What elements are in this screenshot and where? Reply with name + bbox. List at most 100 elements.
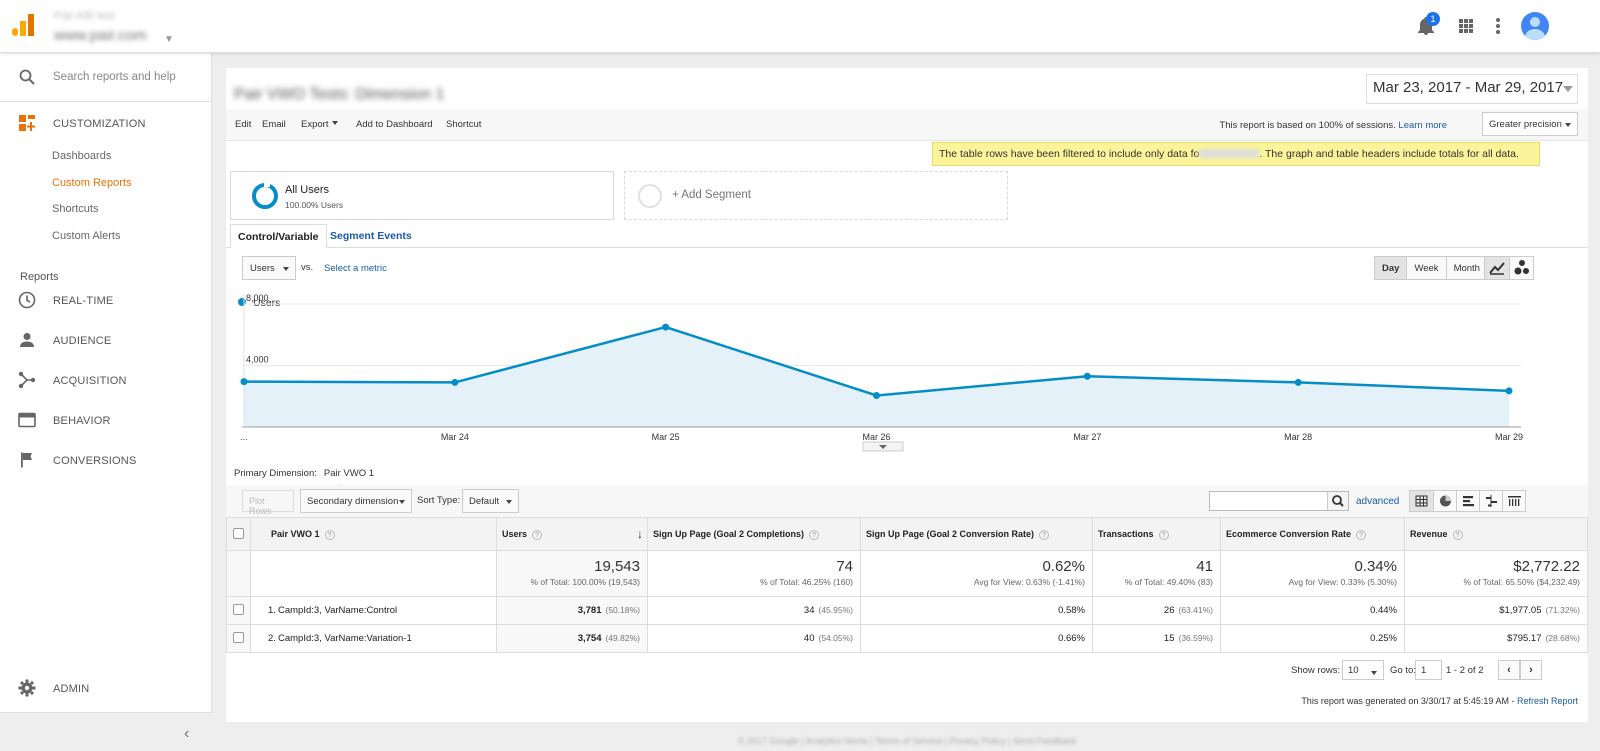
export-button[interactable]: Export bbox=[301, 119, 339, 130]
table-search-input[interactable] bbox=[1209, 491, 1349, 511]
goal2-completions-cell: 40 (54.05%) bbox=[647, 624, 861, 653]
sidebar-item-label: CONVERSIONS bbox=[53, 455, 137, 467]
next-page-button[interactable]: › bbox=[1520, 660, 1542, 680]
shortcut-button[interactable]: Shortcut bbox=[446, 119, 481, 130]
property-name: www.pair.com bbox=[54, 27, 147, 44]
sidebar-item-custom-reports[interactable]: Custom Reports bbox=[0, 171, 212, 198]
goto-label: Go to: bbox=[1390, 665, 1416, 676]
motion-chart-button[interactable] bbox=[1509, 257, 1533, 279]
sidebar-item-acquisition[interactable]: ACQUISITION bbox=[0, 371, 212, 411]
sidebar-item-shortcuts[interactable]: Shortcuts bbox=[0, 197, 212, 224]
dimension-value[interactable]: CampId:3, VarName:Variation-1 bbox=[278, 633, 412, 644]
sidebar-item-audience[interactable]: AUDIENCE bbox=[0, 331, 212, 371]
cell-value: $1,977.05 bbox=[1499, 605, 1542, 616]
metric-dropdown[interactable]: Users bbox=[242, 256, 296, 280]
column-header-label: Revenue bbox=[1410, 528, 1448, 539]
tab-control-variable[interactable]: Control/Variable bbox=[230, 224, 327, 248]
total-goal2-completions-cell: 74 % of Total: 46.25% (160) bbox=[647, 550, 861, 597]
sidebar-item-customization[interactable]: CUSTOMIZATION bbox=[0, 113, 212, 135]
select-metric-link[interactable]: Select a metric bbox=[324, 263, 387, 274]
apps-grid-icon[interactable] bbox=[1459, 19, 1473, 33]
sidebar-item-custom-alerts[interactable]: Custom Alerts bbox=[0, 224, 212, 251]
total-value: 0.34% bbox=[1354, 558, 1397, 575]
data-view-button[interactable] bbox=[1410, 491, 1433, 511]
percentage-view-button[interactable] bbox=[1433, 491, 1456, 511]
sidebar-item-label: BEHAVIOR bbox=[53, 415, 111, 427]
top-bar: Pair A/B test www.pair.com ▼ 1 bbox=[0, 0, 1600, 53]
date-range-picker[interactable]: Mar 23, 2017 - Mar 29, 2017 bbox=[1366, 74, 1578, 104]
search-icon bbox=[19, 69, 35, 85]
help-icon[interactable]: ? bbox=[809, 529, 820, 540]
month-button[interactable]: Month bbox=[1445, 257, 1487, 279]
row-checkbox[interactable] bbox=[233, 631, 244, 643]
show-rows-dropdown[interactable]: 10 bbox=[1342, 660, 1384, 680]
advanced-filter-link[interactable]: advanced bbox=[1356, 496, 1399, 507]
cell-share: (36.59%) bbox=[1178, 633, 1214, 643]
help-icon[interactable]: ? bbox=[1452, 529, 1463, 540]
y-tick-label: 8,000 bbox=[246, 293, 269, 303]
refresh-report-link[interactable]: Refresh Report bbox=[1517, 696, 1578, 706]
help-icon[interactable]: ? bbox=[324, 529, 335, 540]
week-button[interactable]: Week bbox=[1406, 257, 1446, 279]
help-icon[interactable]: ? bbox=[532, 529, 543, 540]
analytics-logo-icon[interactable] bbox=[12, 14, 34, 36]
line-chart-button[interactable] bbox=[1485, 257, 1509, 279]
column-header-transactions[interactable]: Transactions? bbox=[1092, 517, 1221, 551]
secondary-dimension-dropdown[interactable]: Secondary dimension bbox=[300, 489, 412, 513]
export-label: Export bbox=[301, 119, 329, 130]
day-button[interactable]: Day bbox=[1375, 257, 1407, 279]
users-cell: 3,781 (50.18%) bbox=[496, 596, 648, 625]
column-header-ecomm-rate[interactable]: Ecommerce Conversion Rate? bbox=[1220, 517, 1405, 551]
sidebar-item-behavior[interactable]: BEHAVIOR bbox=[0, 411, 212, 451]
sidebar-item-dashboards[interactable]: Dashboards bbox=[0, 144, 212, 171]
primary-dimension-value[interactable]: Pair VWO 1 bbox=[324, 468, 374, 479]
column-header-goal2-completions[interactable]: Sign Up Page (Goal 2 Completions)? bbox=[647, 517, 861, 551]
dimension-cell[interactable]: 1. CampId:3, VarName:Control bbox=[250, 596, 497, 625]
add-segment-label: + Add Segment bbox=[672, 189, 751, 201]
more-options-icon[interactable] bbox=[1496, 18, 1500, 36]
collapse-sidebar-button[interactable]: ‹ bbox=[0, 712, 212, 751]
select-all-checkbox[interactable] bbox=[233, 527, 244, 539]
cell-value: 15 bbox=[1163, 633, 1175, 644]
tab-segment-events[interactable]: Segment Events bbox=[323, 224, 419, 248]
column-header-users[interactable]: Users? ↓ bbox=[496, 517, 648, 551]
account-selector[interactable]: Pair A/B test www.pair.com ▼ bbox=[54, 10, 174, 45]
comparison-view-button[interactable] bbox=[1479, 491, 1502, 511]
column-header-goal2-rate[interactable]: Sign Up Page (Goal 2 Conversion Rate)? bbox=[860, 517, 1093, 551]
empty-segment-icon bbox=[638, 184, 662, 208]
add-to-dashboard-button[interactable]: Add to Dashboard bbox=[356, 119, 433, 130]
column-header-label: Users bbox=[502, 528, 528, 539]
total-ecomm-rate-cell: 0.34% Avg for View: 0.33% (5.30%) bbox=[1220, 550, 1405, 597]
help-icon[interactable]: ? bbox=[1158, 529, 1169, 540]
help-icon[interactable]: ? bbox=[1039, 529, 1050, 540]
precision-dropdown[interactable]: Greater precision bbox=[1482, 112, 1578, 136]
column-header-revenue[interactable]: Revenue? bbox=[1404, 517, 1588, 551]
learn-more-link[interactable]: Learn more bbox=[1398, 120, 1447, 131]
plot-rows-button[interactable]: Plot Rows bbox=[242, 490, 294, 516]
segment-all-users[interactable]: All Users 100.00% Users bbox=[230, 171, 614, 220]
column-header-dim[interactable]: Pair VWO 1? bbox=[250, 517, 497, 551]
search-reports[interactable]: Search reports and help bbox=[0, 53, 212, 102]
table-search-button[interactable] bbox=[1327, 492, 1348, 510]
data-point bbox=[451, 378, 459, 386]
notifications-button[interactable]: 1 bbox=[1418, 12, 1440, 37]
performance-view-button[interactable] bbox=[1456, 491, 1479, 511]
sort-type-dropdown[interactable]: Default bbox=[462, 489, 519, 513]
edit-button[interactable]: Edit bbox=[235, 119, 251, 130]
prev-page-button[interactable]: ‹ bbox=[1498, 660, 1520, 680]
pivot-view-button[interactable] bbox=[1502, 491, 1525, 511]
avatar[interactable] bbox=[1521, 12, 1549, 40]
totals-row: 19,543 % of Total: 100.00% (19,543) 74 % o… bbox=[226, 550, 1588, 597]
row-checkbox[interactable] bbox=[233, 603, 244, 615]
dimension-value[interactable]: CampId:3, VarName:Control bbox=[278, 605, 397, 616]
sidebar-item-realtime[interactable]: REAL-TIME bbox=[0, 291, 212, 331]
report-panel: Pair VWO Tests: Dimension 1 Mar 23, 2017… bbox=[226, 68, 1588, 722]
goto-page-input[interactable]: 1 bbox=[1415, 660, 1442, 680]
sidebar-item-conversions[interactable]: CONVERSIONS bbox=[0, 451, 212, 491]
dimension-cell[interactable]: 2. CampId:3, VarName:Variation-1 bbox=[250, 624, 497, 653]
sidebar-item-admin[interactable]: ADMIN bbox=[0, 679, 212, 697]
add-segment-button[interactable]: + Add Segment bbox=[624, 171, 1008, 220]
data-point bbox=[1083, 372, 1091, 380]
email-button[interactable]: Email bbox=[262, 119, 286, 130]
help-icon[interactable]: ? bbox=[1356, 529, 1367, 540]
